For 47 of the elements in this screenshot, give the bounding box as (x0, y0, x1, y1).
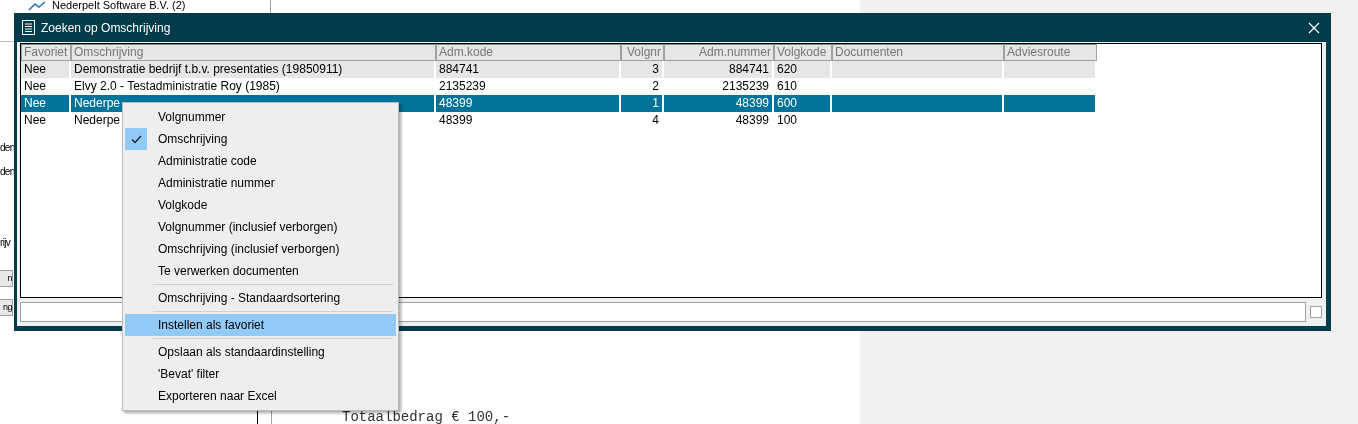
column-header[interactable]: Volgnr (621, 44, 664, 61)
menu-item[interactable]: Volgnummer (inclusief verborgen) (125, 216, 396, 238)
checkmark-icon (130, 134, 142, 144)
table-cell: 600 (774, 95, 832, 112)
table-cell: 100 (774, 112, 832, 129)
tree-item[interactable]: Nederpelt Software B.V. (2) (52, 0, 186, 12)
document-icon (22, 20, 35, 35)
column-header[interactable]: Adviesroute (1004, 44, 1097, 61)
close-icon (1308, 21, 1320, 34)
menu-item[interactable]: Exporteren naar Excel (125, 385, 396, 407)
column-header[interactable]: Adm.nummer (664, 44, 774, 61)
menu-item[interactable]: Administratie nummer (125, 172, 396, 194)
table-cell: Nee (21, 95, 71, 112)
menu-item[interactable]: Omschrijving (inclusief verborgen) (125, 238, 396, 260)
column-header[interactable]: Omschrijving (71, 44, 436, 61)
menu-item[interactable]: Instellen als favoriet (125, 314, 396, 336)
table-cell: 620 (774, 61, 832, 78)
menu-item[interactable]: Te verwerken documenten (125, 260, 396, 282)
table-cell: Nee (21, 112, 71, 129)
table-cell: 3 (621, 61, 664, 78)
checkbox[interactable] (1310, 306, 1322, 318)
column-header[interactable]: Adm.kode (436, 44, 621, 61)
table-cell: Nee (21, 61, 71, 78)
table-cell: 1 (621, 95, 664, 112)
form-button[interactable]: ng (0, 299, 13, 316)
chart-line-icon (28, 1, 46, 11)
column-header[interactable]: Documenten (832, 44, 1004, 61)
table-cell: 884741 (664, 61, 774, 78)
table-cell: Demonstratie bedrijf t.b.v. presentaties (19850911) (71, 61, 436, 78)
menu-item[interactable]: Opslaan als standaardinstelling (125, 341, 396, 363)
table-cell: 884741 (436, 61, 621, 78)
menu-item[interactable]: 'Bevat' filter (125, 363, 396, 385)
table-cell: 48399 (664, 112, 774, 129)
menu-item[interactable]: Volgkode (125, 194, 396, 216)
column-header[interactable]: Favoriet (21, 44, 71, 61)
document-text: Totaalbedrag € 100,- (342, 411, 511, 424)
table-cell: 4 (621, 112, 664, 129)
column-header[interactable]: Volgkode (774, 44, 832, 61)
table-cell: 48399 (436, 95, 621, 112)
form-label: rijv (0, 237, 10, 248)
form-button[interactable]: n (0, 270, 13, 287)
table-cell: 48399 (664, 95, 774, 112)
menu-item[interactable]: Omschrijving (125, 128, 396, 150)
window-title: Zoeken op Omschrijving (41, 20, 172, 35)
menu-item[interactable]: Administratie code (125, 150, 396, 172)
menu-item[interactable]: Omschrijving - Standaardsortering (125, 287, 396, 309)
table-cell: 48399 (436, 112, 621, 129)
